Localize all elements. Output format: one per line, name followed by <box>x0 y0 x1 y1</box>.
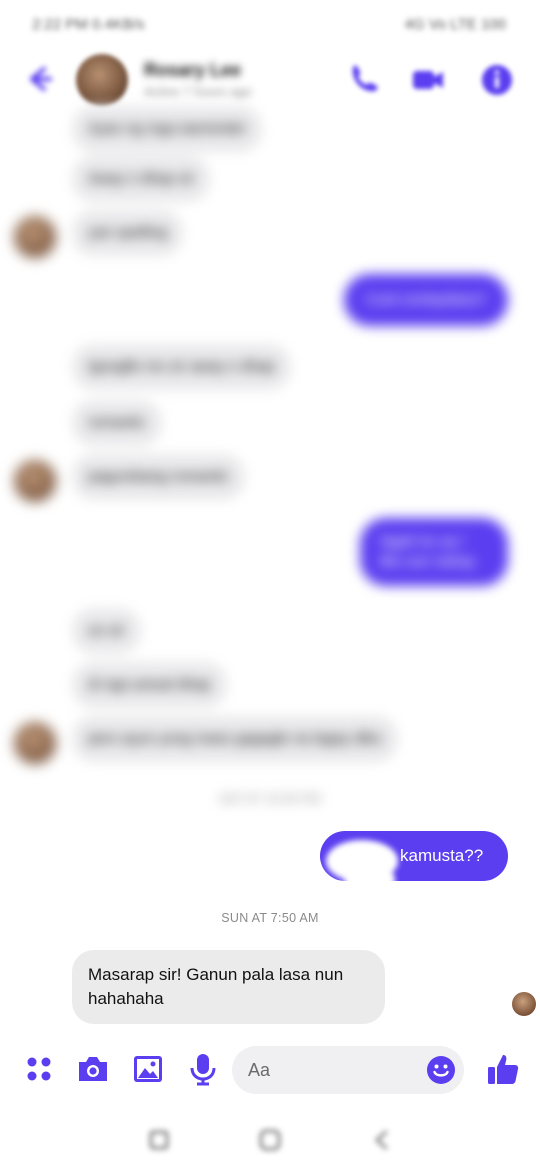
back-nav-icon[interactable] <box>370 1128 394 1152</box>
contact-name[interactable]: Rosary Lee <box>144 60 241 81</box>
status-bar: 2:22 PM 0.4KB/s 4G Vo LTE 100 <box>0 0 540 50</box>
message-outgoing[interactable]: Cool contepdass? <box>343 274 508 326</box>
status-indicators: 4G Vo LTE 100 <box>404 16 506 33</box>
sender-avatar <box>14 460 56 502</box>
image-icon <box>134 1056 162 1082</box>
info-icon[interactable] <box>479 62 515 98</box>
message-input-container <box>232 1046 464 1094</box>
composer-bar <box>0 1040 540 1102</box>
system-nav-bar <box>0 1110 540 1170</box>
back-arrow-icon[interactable] <box>22 62 56 96</box>
message-input[interactable] <box>248 1046 418 1094</box>
status-time: 2:22 PM 0.4KB/s <box>32 16 145 33</box>
voice-message-button[interactable] <box>186 1052 220 1086</box>
chat-header: Rosary Lee Active 7 hours ago <box>0 50 540 112</box>
camera-button[interactable] <box>76 1052 110 1086</box>
sender-avatar <box>14 216 56 258</box>
message-incoming[interactable]: Away n dhap sir <box>72 156 211 202</box>
blurred-time-separator: SAT AT 10:59 PM <box>218 792 322 806</box>
four-dots-icon <box>27 1057 51 1081</box>
phone-call-icon[interactable] <box>345 62 381 98</box>
time-separator: SUN AT 7:50 AM <box>221 911 319 925</box>
video-call-icon[interactable] <box>410 62 446 98</box>
message-incoming[interactable]: Ayan ng mga iaeminder <box>72 106 263 152</box>
seen-receipt-avatar <box>512 992 536 1016</box>
message-incoming[interactable]: oo sir <box>72 608 141 654</box>
message-incoming[interactable]: yan spelling <box>72 210 184 256</box>
like-button[interactable] <box>486 1052 520 1086</box>
sender-avatar <box>14 722 56 764</box>
recent-apps-icon[interactable] <box>147 1128 171 1152</box>
home-icon[interactable] <box>258 1128 282 1152</box>
message-thread[interactable]: Ayan ng mga iaeminder Away n dhap sir ya… <box>0 106 540 1040</box>
more-actions-button[interactable] <box>22 1052 56 1086</box>
emoji-icon[interactable] <box>426 1055 456 1085</box>
thumbs-up-icon <box>488 1055 519 1084</box>
contact-avatar[interactable] <box>76 54 128 106</box>
message-outgoing[interactable]: Ngek ho sa / Bio sun nahay <box>360 518 508 586</box>
camera-icon <box>79 1057 107 1081</box>
message-incoming[interactable]: di nga actual dhap <box>72 662 227 708</box>
message-incoming-last[interactable]: Masarap sir! Ganun pala lasa nun hahahah… <box>72 950 385 1024</box>
message-incoming[interactable]: pagumbang romantic <box>72 454 245 500</box>
message-incoming[interactable]: pero ayun yong mass gagagle na lagay dik… <box>72 716 398 762</box>
gallery-button[interactable] <box>131 1052 165 1086</box>
contact-active-status: Active 7 hours ago <box>144 84 252 99</box>
message-incoming[interactable]: Igooglle mo sir away n dhap <box>72 344 291 390</box>
microphone-icon <box>190 1054 216 1086</box>
redaction-mark <box>345 864 395 896</box>
message-incoming[interactable]: romantic <box>72 400 162 446</box>
